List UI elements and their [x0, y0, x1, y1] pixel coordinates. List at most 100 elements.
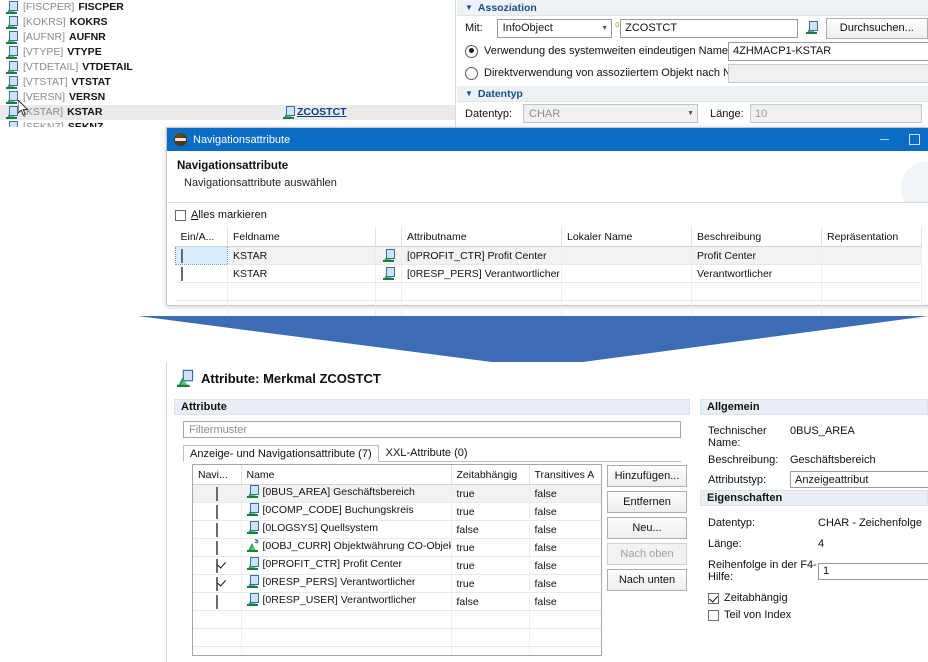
infoobject-icon	[806, 21, 818, 34]
mit-type-select[interactable]: InfoObject ▼	[496, 18, 613, 38]
section-datentyp[interactable]: ▼ Datentyp	[457, 86, 928, 102]
navi-checkbox[interactable]	[215, 576, 218, 591]
radio-direkt[interactable]	[465, 66, 478, 80]
table-row[interactable]: [0BUS_AREA] Geschäftsbereich true false	[193, 484, 601, 503]
infoobject-icon	[6, 61, 18, 75]
cell-navi[interactable]	[193, 556, 242, 575]
cell-navi[interactable]	[193, 502, 242, 521]
tab-0[interactable]: Anzeige- und Navigationsattribute (7)	[183, 445, 379, 462]
table-row[interactable]: [0RESP_PERS] Verantwortlicher true false	[193, 574, 601, 593]
section-assoziation[interactable]: ▼ Assoziation	[457, 0, 928, 16]
row-checkbox[interactable]	[181, 248, 183, 263]
association-link[interactable]: ZCOSTCT	[297, 105, 347, 120]
navi-checkbox[interactable]	[215, 594, 218, 609]
column-header[interactable]: Repräsentation	[821, 227, 922, 247]
column-header[interactable]: Feldname	[227, 227, 376, 247]
tree-item-vtdetail[interactable]: [VTDETAIL] VTDETAIL	[0, 60, 456, 75]
tree-item-seknz[interactable]: [SEKNZ] SEKNZ	[0, 120, 456, 127]
attributstyp-select[interactable]: Anzeigeattribut	[790, 471, 928, 488]
table-row[interactable]: [0LOGSYS] Quellsystem false false	[193, 520, 601, 539]
filter-input[interactable]: Filtermuster	[183, 421, 681, 438]
column-header[interactable]: Lokaler Name	[561, 227, 692, 247]
attribute-table[interactable]: Navi... Name Zeitabhängig Transitives A [0B…	[193, 465, 601, 655]
cell-navi[interactable]	[193, 574, 242, 593]
table-row[interactable]: [0COMP_CODE] Buchungskreis true false	[193, 502, 601, 521]
column-header[interactable]: Beschreibung	[691, 227, 822, 247]
navi-checkbox[interactable]	[215, 522, 218, 537]
attribute-tabs[interactable]: Anzeige- und Navigationsattribute (7) XXL…	[183, 443, 681, 462]
column-header[interactable]: Name	[241, 465, 452, 485]
cell-navi[interactable]	[193, 538, 242, 557]
table-row-empty[interactable]	[193, 610, 601, 629]
cell-einaus[interactable]	[175, 282, 228, 301]
radio-direkt-row[interactable]: Direktverwendung von assoziiertem Objekt…	[457, 62, 928, 84]
maximize-button[interactable]	[899, 128, 928, 151]
attribute-action-buttons[interactable]: Hinzufügen... Entfernen Neu... Nach oben Nac…	[607, 465, 687, 595]
cell-navi[interactable]	[193, 484, 242, 503]
column-header[interactable]: Transitives A	[529, 465, 601, 485]
tab-1[interactable]: XXL-Attribute (0)	[379, 444, 475, 461]
tree-item-fiscper[interactable]: [FISCPER] FISCPER	[0, 0, 456, 15]
column-header[interactable]: Navi...	[193, 465, 242, 485]
infoobject-tree-panel[interactable]: [FISCPER] FISCPER [KOKRS] KOKRS [AUFNR] AUFNR…	[0, 0, 456, 127]
datentyp-select[interactable]: CHAR ▼	[523, 104, 698, 123]
radio-systemweit-label: Verwendung des systemweiten eindeutigen …	[484, 45, 743, 57]
infoobject-icon	[6, 31, 18, 45]
dialog-titlebar[interactable]: Navigationsattribute	[167, 128, 928, 151]
table-row[interactable]	[175, 282, 922, 301]
column-header[interactable]: Ein/A...	[175, 227, 228, 247]
laenge-input[interactable]: 10	[750, 104, 922, 123]
table-row[interactable]: KSTAR [0PROFIT_CTR] Profit Center Profit C…	[175, 246, 922, 265]
cell-einaus[interactable]	[175, 246, 228, 265]
table-row[interactable]: [0PROFIT_CTR] Profit Center true false	[193, 556, 601, 575]
tree-item-versn[interactable]: [VERSN] VERSN	[0, 90, 456, 105]
table-row-empty[interactable]	[193, 646, 601, 655]
button-nach-unten[interactable]: Nach unten	[607, 569, 687, 591]
row-checkbox[interactable]	[180, 266, 183, 281]
tree-item-association[interactable]: ZCOSTCT	[283, 105, 347, 120]
radio-systemweit-row[interactable]: Verwendung des systemweiten eindeutigen …	[457, 40, 928, 62]
attribute-table-wrapper[interactable]: Navi... Name Zeitabhängig Transitives A [0B…	[192, 464, 602, 656]
tree-item-label: VTSTAT	[71, 76, 111, 88]
teil-von-index-checkbox[interactable]	[708, 609, 719, 621]
select-all-row[interactable]: Alles markieren	[175, 209, 921, 221]
teil-von-index-row[interactable]: Teil von Index	[708, 609, 928, 621]
button-neu[interactable]: Neu...	[607, 517, 687, 539]
minimize-button[interactable]	[869, 128, 899, 151]
navi-checkbox[interactable]	[215, 558, 218, 573]
navi-checkbox[interactable]	[215, 486, 218, 501]
column-header[interactable]: Zeitabhängig	[451, 465, 530, 485]
table-row[interactable]: $ [0OBJ_CURR] Objektwährung CO-Objekt true…	[193, 538, 601, 557]
radio-systemweit[interactable]	[465, 44, 478, 58]
cell-navi[interactable]	[193, 592, 242, 611]
tree-item-kstar[interactable]: [KSTAR] KSTAR ZCOSTCT	[0, 105, 456, 120]
button-entfernen[interactable]: Entfernen	[607, 491, 687, 513]
reihenfolge-input[interactable]: 1	[818, 562, 928, 580]
tree-item-vtype[interactable]: [VTYPE] VTYPE	[0, 45, 456, 60]
tree-item-vtstat[interactable]: [VTSTAT] VTSTAT	[0, 75, 456, 90]
table-row[interactable]: KSTAR [0RESP_PERS] Verantwortlicher Verant…	[175, 264, 922, 283]
zeitabhaengig-row[interactable]: Zeitabhängig	[708, 592, 928, 604]
cell-navi[interactable]	[193, 520, 242, 539]
table-row-empty[interactable]	[193, 628, 601, 647]
tree-item-label: KOKRS	[69, 16, 108, 28]
cell-einaus[interactable]	[175, 264, 228, 283]
select-all-checkbox[interactable]	[175, 209, 186, 221]
cell-zeitabhaengig: true	[451, 484, 530, 503]
assoziation-object-input[interactable]: ZCOSTCT	[620, 18, 799, 38]
navi-checkbox[interactable]	[215, 540, 218, 555]
column-header[interactable]	[375, 227, 402, 247]
systemweit-name-input[interactable]: 4ZHMACP1-KSTAR	[728, 41, 928, 61]
durchsuchen-button[interactable]: Durchsuchen...	[825, 17, 928, 39]
tree-item-kokrs[interactable]: [KOKRS] KOKRS	[0, 15, 456, 30]
attribute-band: Attribute	[174, 399, 690, 415]
button-hinzuf-gen[interactable]: Hinzufügen...	[607, 465, 687, 487]
navi-checkbox[interactable]	[215, 504, 218, 519]
column-header[interactable]: Attributname	[401, 227, 562, 247]
button-label: Nach oben	[620, 548, 674, 560]
navigationsattribute-table[interactable]: Ein/A... Feldname Attributname Lokaler Name…	[175, 227, 922, 319]
tree-item-aufnr[interactable]: [AUFNR] AUFNR	[0, 30, 456, 45]
attribute-left-column: Attribute Filtermuster Anzeige- und Navi…	[174, 399, 690, 462]
zeitabhaengig-checkbox[interactable]	[708, 592, 719, 604]
table-row[interactable]: [0RESP_USER] Verantwortlicher false false	[193, 592, 601, 611]
